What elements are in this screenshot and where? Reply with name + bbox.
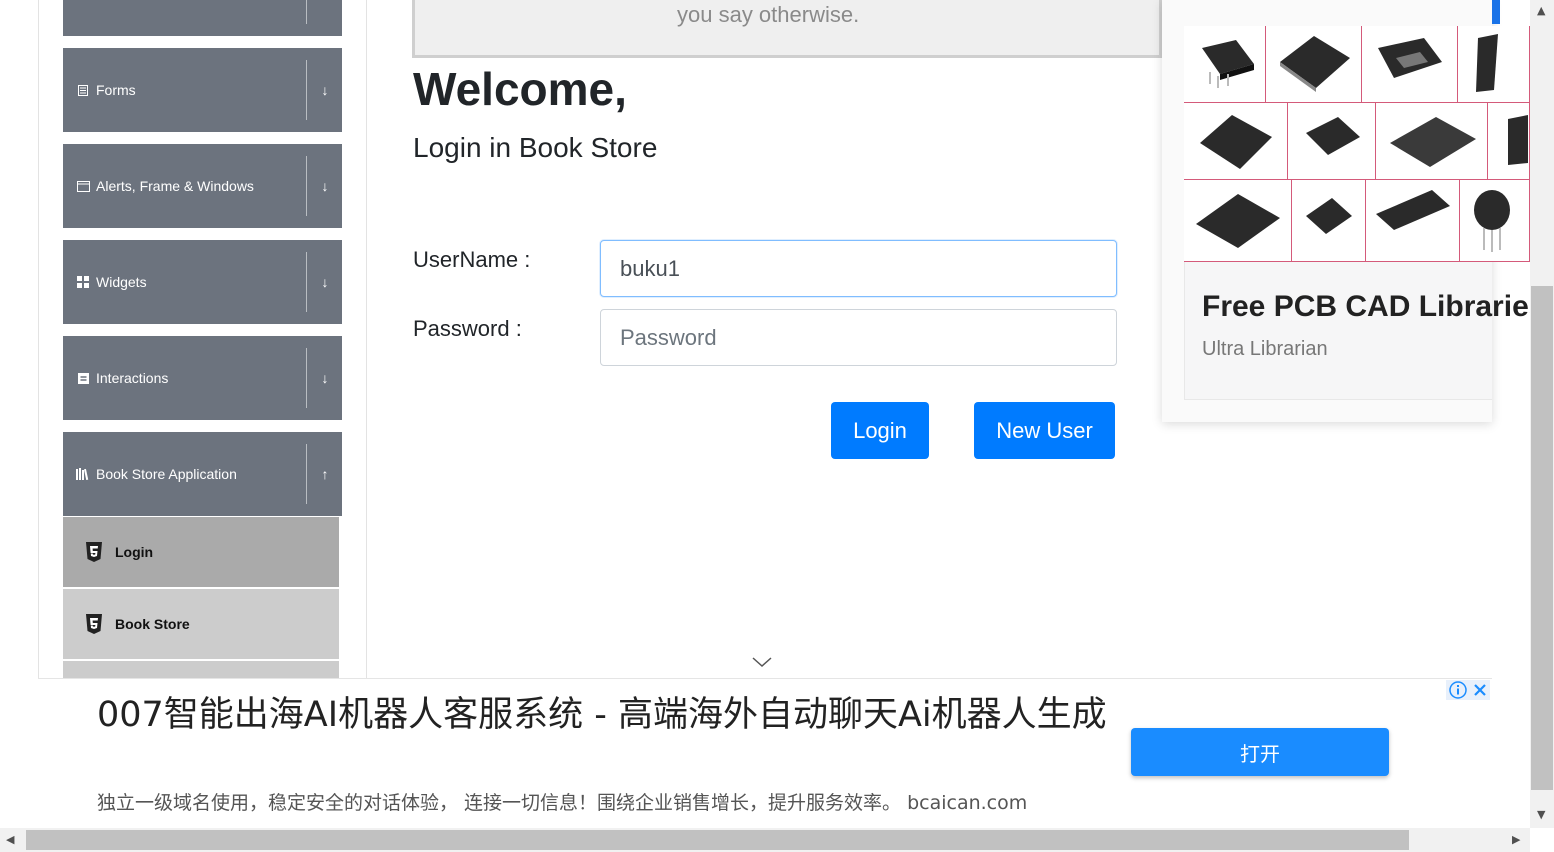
expand-arrow-icon[interactable]: ↓: [315, 0, 335, 36]
html5-icon: [86, 542, 102, 562]
expand-arrow-icon[interactable]: ↓: [315, 48, 335, 132]
sidebar-item-next[interactable]: [63, 661, 339, 679]
scroll-left-icon[interactable]: ◀: [6, 833, 14, 846]
interactions-icon: [76, 372, 90, 384]
sidebar-item-label: Book Store: [115, 616, 190, 632]
chip-image: [1458, 26, 1530, 103]
login-button[interactable]: Login: [831, 402, 929, 459]
sidebar-item-login[interactable]: Login: [63, 517, 339, 587]
password-label: Password :: [413, 316, 522, 341]
widgets-icon: [76, 276, 90, 288]
notice-text: you say otherwise.: [677, 2, 860, 27]
books-icon: [76, 468, 90, 480]
page-subtitle: Login in Book Store: [413, 132, 658, 163]
sidebar-group-label: Forms: [96, 82, 136, 98]
chip-image: [1288, 103, 1376, 180]
chip-image: [1184, 180, 1292, 262]
scroll-up-icon[interactable]: ▲: [1537, 4, 1545, 17]
collapse-arrow-icon[interactable]: ↑: [315, 432, 335, 516]
divider: [306, 444, 307, 504]
chip-image: [1184, 26, 1266, 103]
sidebar-group-elements[interactable]: ↓: [63, 0, 342, 36]
scroll-right-icon[interactable]: ▶: [1512, 833, 1520, 846]
ad-subtitle[interactable]: Ultra Librarian: [1202, 338, 1328, 361]
divider: [306, 252, 307, 312]
sidebar-group-widgets[interactable]: Widgets ↓: [63, 240, 342, 324]
sidebar-group-label: Interactions: [96, 370, 169, 386]
ad-open-button[interactable]: 打开: [1131, 728, 1389, 776]
sidebar-group-interactions[interactable]: Interactions ↓: [63, 336, 342, 420]
chip-image: [1488, 103, 1530, 180]
left-border: [38, 0, 39, 738]
sidebar-group-label: Alerts, Frame & Windows: [96, 178, 254, 194]
divider: [306, 348, 307, 408]
divider: [306, 60, 307, 120]
ad-image-grid[interactable]: [1184, 26, 1530, 262]
expand-arrow-icon[interactable]: ↓: [315, 144, 335, 228]
username-field[interactable]: [600, 240, 1117, 297]
chip-image: [1266, 26, 1362, 103]
divider: [306, 0, 307, 24]
ad-banner-description[interactable]: 独立一级域名使用，稳定安全的对话体验， 连接一切信息！围绕企业销售增长，提升服务…: [97, 788, 1027, 815]
ad-marker: [1492, 0, 1500, 24]
password-field[interactable]: [600, 309, 1117, 366]
divider: [306, 156, 307, 216]
page-title: Welcome,: [413, 63, 627, 115]
window-icon: [76, 180, 90, 192]
chip-image: [1366, 180, 1460, 262]
ad-banner-title[interactable]: 007智能出海AI机器人客服系统 - 高端海外自动聊天Ai机器人生成: [97, 692, 1107, 739]
expand-arrow-icon[interactable]: ↓: [315, 336, 335, 420]
horizontal-scroll-thumb[interactable]: [26, 830, 1409, 850]
close-icon[interactable]: [1472, 682, 1488, 698]
username-label: UserName :: [413, 247, 531, 272]
chip-image: [1362, 26, 1458, 103]
chip-image: [1376, 103, 1488, 180]
sidebar-border: [366, 0, 367, 680]
info-icon[interactable]: [1448, 681, 1467, 699]
sidebar-item-label: Login: [115, 544, 154, 560]
sidebar-group-book-store[interactable]: Book Store Application ↑: [63, 432, 342, 516]
expand-arrow-icon[interactable]: ↓: [315, 240, 335, 324]
chevron-down-icon[interactable]: [752, 656, 772, 668]
sidebar-group-label: Book Store Application: [96, 466, 237, 482]
chip-image: [1460, 180, 1530, 262]
scroll-down-icon[interactable]: ▼: [1537, 808, 1545, 821]
sidebar-group-forms[interactable]: Forms ↓: [63, 48, 342, 132]
new-user-button[interactable]: New User: [974, 402, 1115, 459]
form-icon: [76, 84, 90, 96]
ad-controls: [1446, 680, 1490, 700]
chip-image: [1292, 180, 1366, 262]
ad-title[interactable]: Free PCB CAD Libraries: [1202, 290, 1545, 324]
chip-image: [1184, 103, 1288, 180]
sidebar-item-book-store[interactable]: Book Store: [63, 589, 339, 659]
notice-box: you say otherwise.: [412, 0, 1162, 58]
vertical-scroll-thumb[interactable]: [1531, 286, 1553, 790]
sidebar-group-label: Widgets: [96, 274, 147, 290]
html5-icon: [86, 614, 102, 634]
sidebar-group-alerts[interactable]: Alerts, Frame & Windows ↓: [63, 144, 342, 228]
